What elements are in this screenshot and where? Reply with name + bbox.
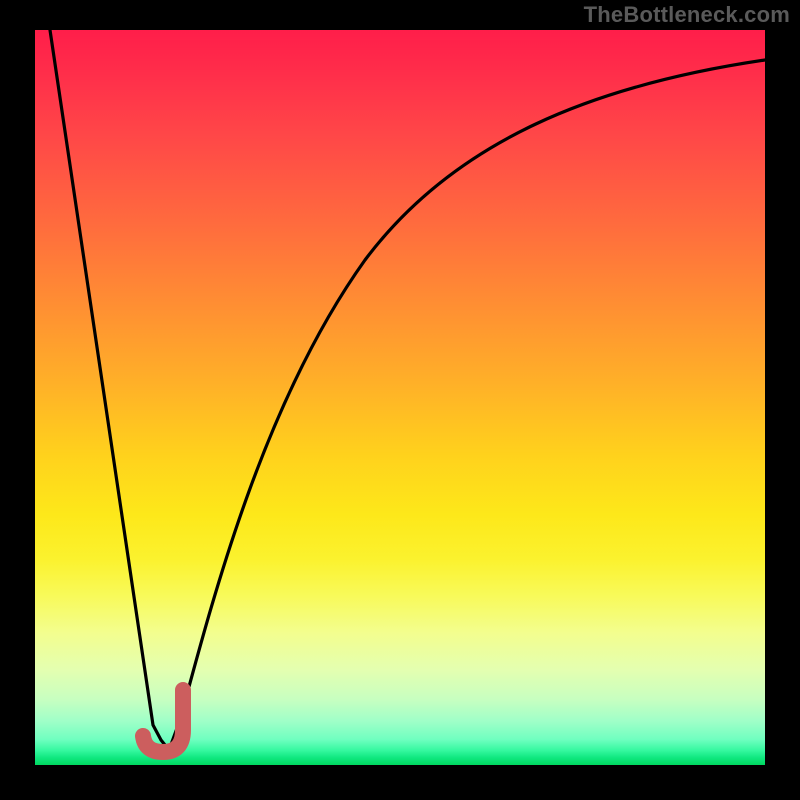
chart-frame: TheBottleneck.com (0, 0, 800, 800)
chart-svg (35, 30, 765, 765)
plot-area (35, 30, 765, 765)
bottleneck-curve (50, 30, 765, 750)
attribution-text: TheBottleneck.com (584, 2, 790, 28)
